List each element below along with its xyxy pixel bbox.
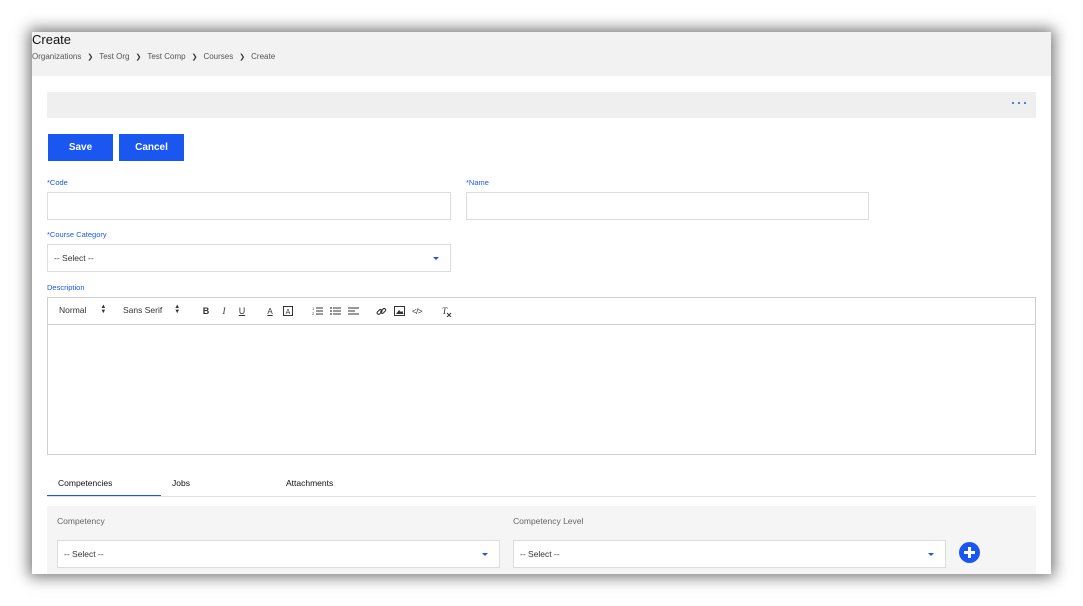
heading-select[interactable]: Normal ▲ ▼: [59, 304, 107, 315]
course-category-select[interactable]: -- Select --: [47, 244, 451, 272]
bold-icon[interactable]: B: [200, 305, 212, 317]
caret-down-icon: [433, 257, 439, 260]
align-icon[interactable]: [347, 305, 359, 317]
svg-text:T: T: [442, 306, 448, 316]
svg-text:A: A: [286, 309, 291, 316]
breadcrumb-organizations[interactable]: Organizations: [32, 52, 81, 61]
underline-icon[interactable]: U: [236, 305, 248, 317]
active-tab-indicator: [47, 495, 161, 496]
chevron-right-icon: ❯: [87, 53, 94, 61]
competency-level-select[interactable]: -- Select --: [513, 540, 946, 568]
breadcrumb-test-comp[interactable]: Test Comp: [147, 52, 185, 61]
ordered-list-icon[interactable]: 12: [311, 305, 323, 317]
description-label: Description: [47, 283, 85, 292]
clear-formatting-icon[interactable]: T: [440, 305, 452, 317]
competency-level-label: Competency Level: [513, 516, 584, 526]
action-toolbar: [47, 92, 1036, 118]
chevron-right-icon: ❯: [191, 53, 198, 61]
code-label: *Code: [47, 178, 68, 187]
description-editor: Normal ▲ ▼ Sans Serif ▲ ▼ B I U A A 12 <…: [47, 297, 1036, 455]
font-select-value: Sans Serif: [123, 305, 163, 315]
font-select[interactable]: Sans Serif ▲ ▼: [123, 304, 181, 315]
bullet-list-icon[interactable]: [329, 305, 341, 317]
add-competency-icon[interactable]: [959, 542, 980, 563]
more-options-icon[interactable]: [1012, 98, 1026, 108]
competency-level-value: -- Select --: [520, 549, 560, 559]
code-icon[interactable]: </>: [411, 305, 423, 317]
tab-attachments[interactable]: Attachments: [286, 478, 333, 488]
image-icon[interactable]: [393, 305, 405, 317]
save-button[interactable]: Save: [48, 134, 113, 161]
tab-bar: Competencies Jobs Attachments: [47, 474, 1036, 497]
page-header: Create Organizations ❯ Test Org ❯ Test C…: [32, 32, 1051, 76]
tab-jobs[interactable]: Jobs: [172, 478, 190, 488]
background-color-icon[interactable]: A: [282, 305, 294, 317]
text-color-icon[interactable]: A: [264, 305, 276, 317]
svg-text:2: 2: [312, 311, 315, 316]
code-input[interactable]: [47, 192, 451, 220]
updown-arrows-icon: ▲ ▼: [100, 304, 107, 315]
breadcrumb-courses[interactable]: Courses: [203, 52, 233, 61]
competency-select[interactable]: -- Select --: [57, 540, 500, 568]
app-window: Create Organizations ❯ Test Org ❯ Test C…: [32, 32, 1051, 574]
page-title: Create: [32, 32, 72, 47]
link-icon[interactable]: [375, 305, 387, 317]
competency-label: Competency: [57, 516, 105, 526]
chevron-right-icon: ❯: [135, 53, 142, 61]
caret-down-icon: [482, 553, 488, 556]
course-category-value: -- Select --: [54, 253, 94, 263]
italic-icon[interactable]: I: [218, 305, 230, 317]
updown-arrows-icon: ▲ ▼: [174, 304, 181, 315]
breadcrumb-create: Create: [251, 52, 276, 61]
course-category-label: *Course Category: [47, 230, 107, 239]
name-label: *Name: [466, 178, 489, 187]
cancel-button[interactable]: Cancel: [119, 134, 184, 161]
editor-toolbar: Normal ▲ ▼ Sans Serif ▲ ▼ B I U A A 12 <…: [48, 298, 1035, 325]
competency-value: -- Select --: [64, 549, 104, 559]
breadcrumb: Organizations ❯ Test Org ❯ Test Comp ❯ C…: [32, 52, 275, 61]
tab-competencies[interactable]: Competencies: [58, 478, 112, 488]
description-content-area[interactable]: [48, 325, 1035, 455]
breadcrumb-test-org[interactable]: Test Org: [99, 52, 129, 61]
competencies-panel: Competency -- Select -- Competency Level…: [47, 506, 1036, 574]
chevron-right-icon: ❯: [239, 53, 246, 61]
heading-select-value: Normal: [59, 305, 87, 315]
caret-down-icon: [928, 553, 934, 556]
name-input[interactable]: [466, 192, 869, 220]
